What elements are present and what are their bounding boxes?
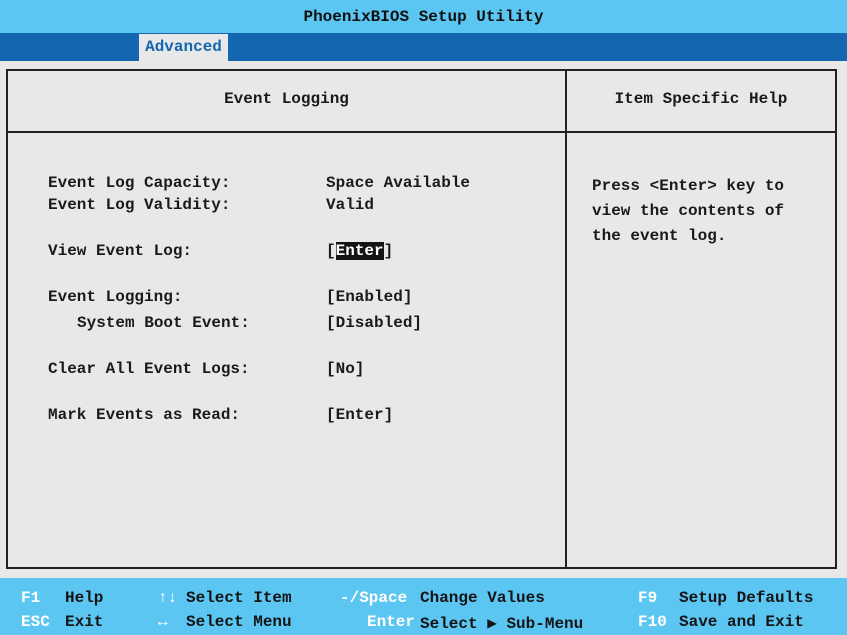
- up-down-arrows-icon: ↑↓: [158, 589, 178, 607]
- event-log-capacity-label: Event Log Capacity:: [48, 174, 231, 192]
- view-event-log-selected-value[interactable]: Enter: [335, 242, 384, 260]
- event-log-validity-label: Event Log Validity:: [48, 196, 231, 214]
- mark-events-as-read-label: Mark Events as Read:: [48, 406, 241, 424]
- esc-key: ESC: [21, 613, 50, 631]
- menu-tab-bar: Advanced: [0, 33, 847, 61]
- left-right-arrows-icon: ↔: [158, 613, 168, 631]
- save-and-exit-action: Save and Exit: [679, 613, 804, 631]
- f1-key: F1: [21, 589, 41, 607]
- window-title: PhoenixBIOS Setup Utility: [0, 0, 847, 33]
- system-boot-event-value[interactable]: [Disabled]: [326, 314, 422, 332]
- event-log-capacity-value: Space Available: [326, 174, 471, 192]
- view-event-log-label: View Event Log:: [48, 242, 193, 260]
- event-logging-label: Event Logging:: [48, 288, 183, 306]
- f10-key: F10: [638, 613, 667, 631]
- change-values-key: -/Space: [340, 589, 408, 607]
- event-logging-value[interactable]: [Enabled]: [326, 288, 412, 306]
- key-legend-bar: F1 Help ESC Exit ↑↓ Select Item ↔ Select…: [0, 578, 847, 635]
- select-item-action: Select Item: [186, 589, 292, 607]
- clear-all-event-logs-value[interactable]: [No]: [326, 360, 364, 378]
- enter-key: Enter: [367, 613, 416, 631]
- help-action: Help: [65, 589, 104, 607]
- system-boot-event-label: System Boot Event:: [77, 314, 250, 332]
- select-menu-action: Select Menu: [186, 613, 292, 631]
- tab-advanced[interactable]: Advanced: [139, 34, 228, 61]
- change-values-action: Change Values: [420, 589, 545, 607]
- setup-defaults-action: Setup Defaults: [679, 589, 814, 607]
- exit-action: Exit: [65, 613, 104, 631]
- view-event-log-option[interactable]: [Enter]: [326, 242, 393, 260]
- panel-vertical-divider: [565, 70, 567, 568]
- clear-all-event-logs-label: Clear All Event Logs:: [48, 360, 250, 378]
- help-header: Item Specific Help: [614, 90, 788, 108]
- help-text: Press <Enter> key to view the contents o…: [592, 177, 785, 245]
- select-submenu-action: Select ▶ Sub-Menu: [420, 615, 584, 633]
- section-header: Event Logging: [224, 90, 349, 108]
- bracket-open: [: [326, 242, 336, 260]
- mark-events-as-read-value[interactable]: [Enter]: [326, 406, 393, 424]
- panel-header-divider: [7, 131, 836, 133]
- bracket-close: ]: [383, 242, 394, 260]
- event-log-validity-value: Valid: [326, 196, 375, 214]
- f9-key: F9: [638, 589, 658, 607]
